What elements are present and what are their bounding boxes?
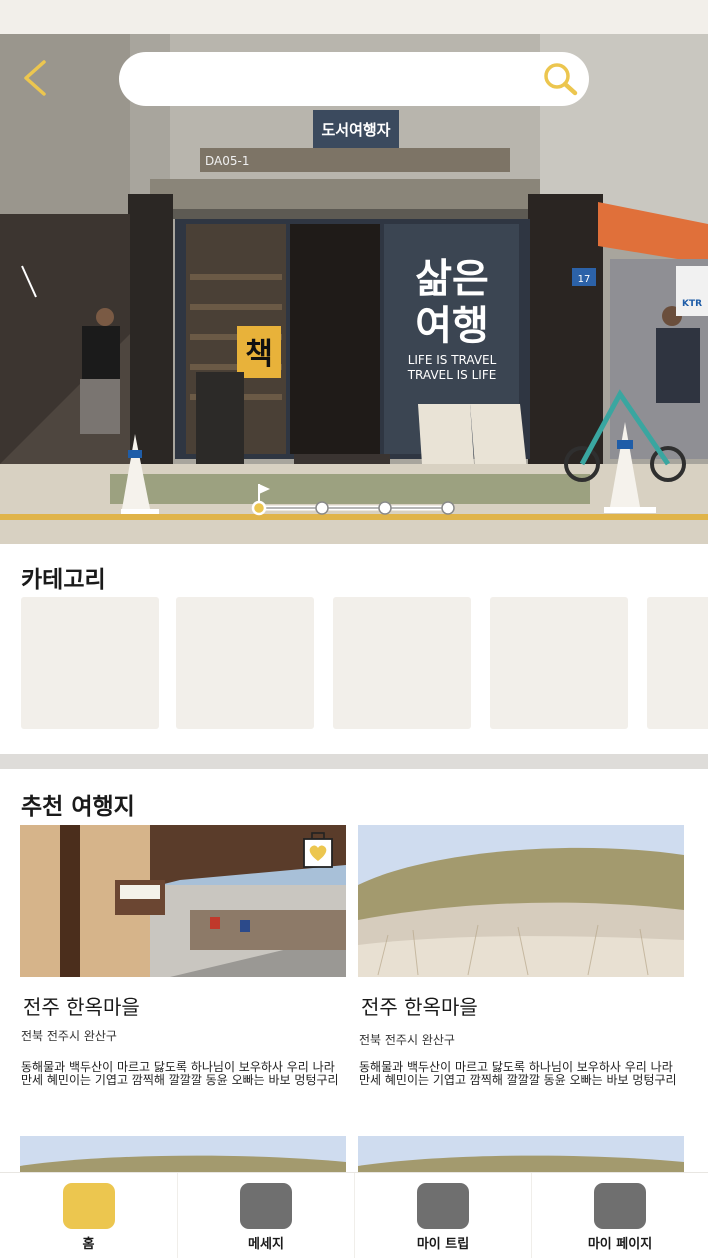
category-tile[interactable]	[647, 597, 708, 729]
nav-label: 메세지	[248, 1237, 284, 1252]
category-tile[interactable]	[333, 597, 471, 729]
status-bar	[0, 0, 708, 34]
category-tile[interactable]	[21, 597, 159, 729]
nav-label: 홈	[82, 1237, 95, 1252]
profile-icon[interactable]	[594, 1183, 646, 1229]
nav-item-message[interactable]: 메세지	[177, 1173, 354, 1258]
category-list[interactable]	[21, 597, 708, 729]
destination-card[interactable]	[358, 1136, 684, 1176]
hero-banner[interactable]: 도서여행자 DA05-1 삶은 여행 LIFE IS TRAVEL TRAVEL…	[0, 34, 708, 544]
destination-image	[358, 825, 684, 977]
destination-name: 전주 한옥마을	[23, 995, 140, 1019]
window-text-line-b: 여행	[415, 303, 489, 349]
message-icon[interactable]	[240, 1183, 292, 1229]
right-sign-text: KTR	[682, 299, 702, 309]
destination-card[interactable]	[20, 1136, 346, 1176]
bottom-navigation: 홈 메세지 마이 트립 마이 페이지	[0, 1172, 708, 1258]
slide-dot[interactable]	[315, 501, 329, 515]
chevron-left-icon[interactable]	[16, 56, 56, 100]
search-input[interactable]	[141, 62, 521, 96]
category-section-title: 카테고리	[21, 567, 106, 593]
destination-region: 전북 전주시 완산구	[21, 1029, 117, 1043]
destination-image	[358, 1136, 684, 1176]
destination-image	[20, 1136, 346, 1176]
home-icon[interactable]	[62, 1183, 115, 1229]
window-text-line-a: 삶은	[415, 256, 489, 302]
nav-item-my-page[interactable]: 마이 페이지	[531, 1173, 708, 1258]
pole-number: 17	[578, 274, 591, 285]
search-bar[interactable]	[119, 52, 589, 106]
destination-name: 전주 한옥마을	[361, 995, 478, 1019]
destination-card[interactable]: 전주 한옥마을 전북 전주시 완산구 동해물과 백두산이 마르고 닳도록 하나님…	[358, 825, 684, 1115]
destination-description: 동해물과 백두산이 마르고 닳도록 하나님이 보우하사 우리 나라만세 혜민이는…	[359, 1060, 677, 1087]
hero-signboard-text: 도서여행자	[321, 121, 390, 139]
slide-dot[interactable]	[251, 500, 267, 516]
search-icon[interactable]	[541, 60, 579, 98]
window-text-travel: TRAVEL IS LIFE	[407, 368, 497, 382]
slide-dot[interactable]	[441, 501, 455, 515]
flag-icon	[259, 484, 270, 494]
destination-image	[20, 825, 346, 977]
destination-description: 동해물과 백두산이 마르고 닳도록 하나님이 보우하사 우리 나라만세 혜민이는…	[21, 1060, 339, 1087]
window-text-life: LIFE IS TRAVEL	[408, 353, 497, 367]
hero-store-code: DA05-1	[205, 154, 249, 168]
section-divider	[0, 754, 708, 769]
destination-region: 전북 전주시 완산구	[359, 1033, 455, 1047]
destination-card[interactable]: 전주 한옥마을 전북 전주시 완산구 동해물과 백두산이 마르고 닳도록 하나님…	[20, 825, 346, 1115]
slide-indicator[interactable]	[250, 480, 460, 520]
category-tile[interactable]	[176, 597, 314, 729]
poster-char: 책	[245, 337, 273, 372]
hero-image: 도서여행자 DA05-1 삶은 여행 LIFE IS TRAVEL TRAVEL…	[0, 34, 708, 544]
nav-label: 마이 페이지	[587, 1237, 653, 1252]
heart-bookmark-icon[interactable]	[302, 831, 334, 869]
slide-dot[interactable]	[378, 501, 392, 515]
nav-item-home[interactable]: 홈	[0, 1173, 177, 1258]
nav-item-my-trip[interactable]: 마이 트립	[354, 1173, 531, 1258]
nav-label: 마이 트립	[416, 1237, 470, 1252]
trip-icon[interactable]	[417, 1183, 469, 1229]
recommend-section-title: 추천 여행지	[21, 794, 135, 820]
category-tile[interactable]	[490, 597, 628, 729]
